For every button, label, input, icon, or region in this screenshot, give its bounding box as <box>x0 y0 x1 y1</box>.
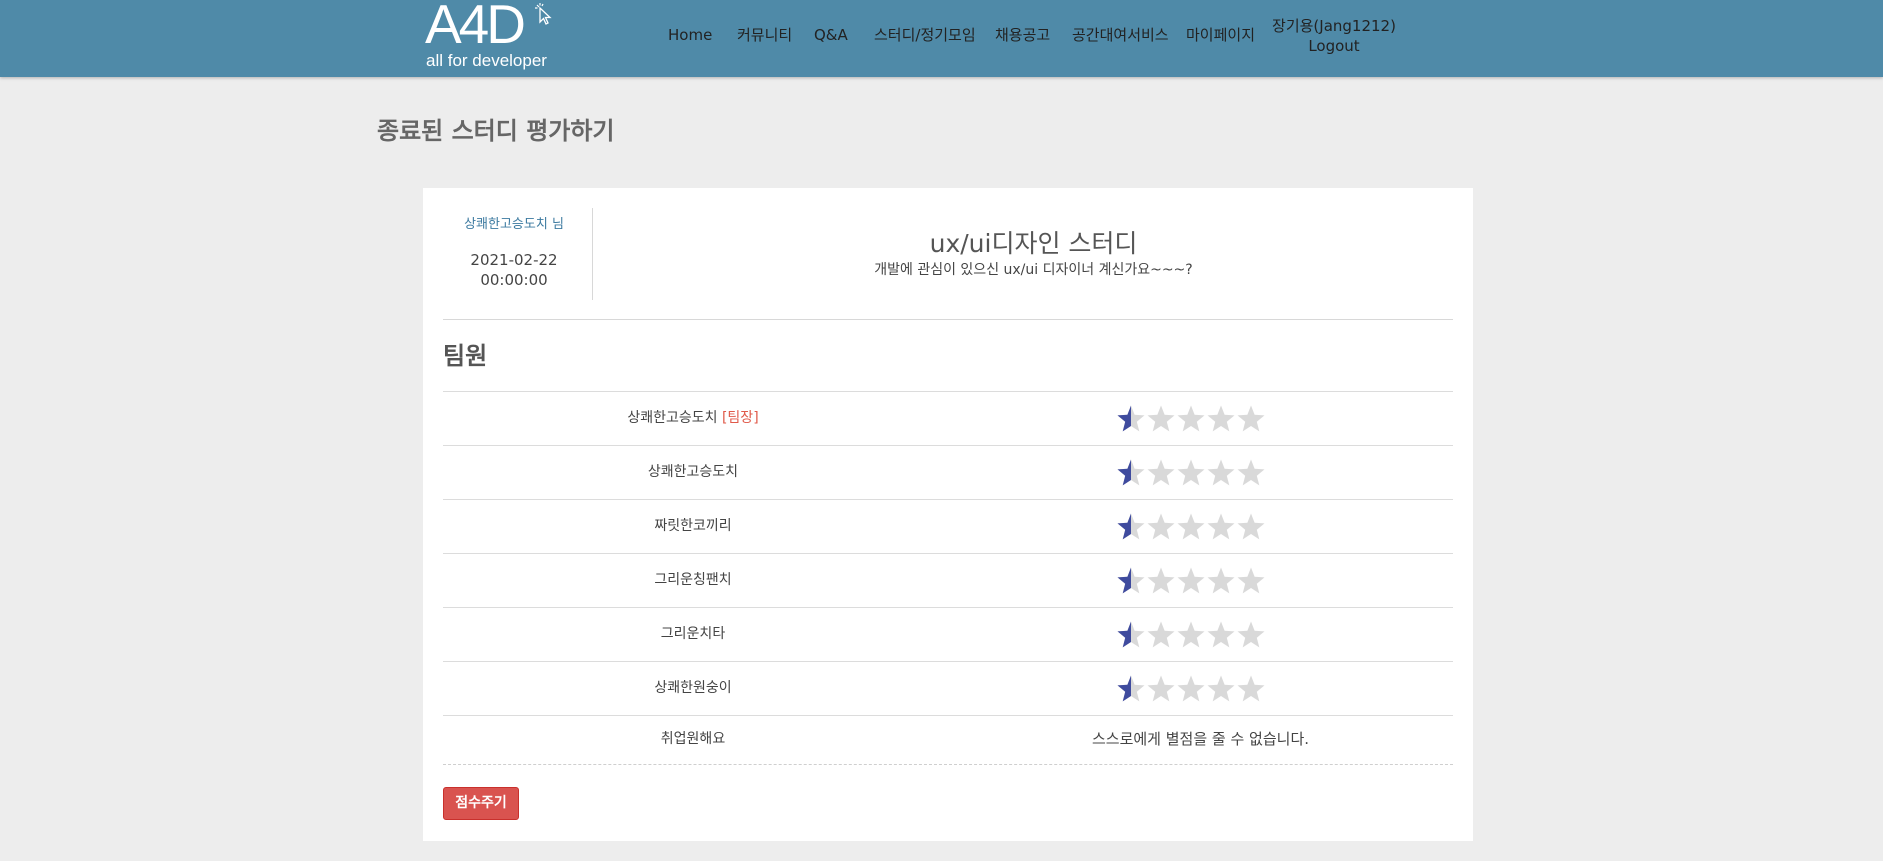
leader-badge: [팀장] <box>721 410 759 426</box>
divider <box>592 208 593 300</box>
star-icon[interactable] <box>1116 512 1146 542</box>
star-icon[interactable] <box>1116 404 1146 434</box>
star-icon[interactable] <box>1146 620 1176 650</box>
star-icon[interactable] <box>1236 512 1266 542</box>
nav-mypage[interactable]: 마이페이지 <box>1186 26 1255 44</box>
study-date: 2021-02-22 00:00:00 <box>443 250 585 290</box>
member-name-cell: 상쾌한고승도치 <box>443 446 943 499</box>
member-row: 상쾌한고승도치 <box>443 445 1453 499</box>
star-icon[interactable] <box>1176 458 1206 488</box>
star-icon[interactable] <box>1206 512 1236 542</box>
star-rating[interactable] <box>1116 404 1266 434</box>
member-name: 상쾌한고승도치 <box>627 410 718 426</box>
member-name-cell: 짜릿한코끼리 <box>443 500 943 553</box>
star-icon[interactable] <box>1236 566 1266 596</box>
user-name[interactable]: 장기용(Jang1212) <box>1270 16 1398 36</box>
star-rating[interactable] <box>1116 458 1266 488</box>
star-icon[interactable] <box>1236 458 1266 488</box>
star-icon[interactable] <box>1236 674 1266 704</box>
star-icon[interactable] <box>1116 458 1146 488</box>
members-list: 상쾌한고승도치 [팀장] 상쾌한고승도치 짜릿한코끼리 그리운칭팬치 그리운치타… <box>443 391 1453 765</box>
nav-qna[interactable]: Q&A <box>814 26 848 44</box>
member-name: 그리운칭팬치 <box>654 572 732 588</box>
study-date-time: 00:00:00 <box>480 271 548 289</box>
star-icon[interactable] <box>1146 566 1176 596</box>
logout-link[interactable]: Logout <box>1270 36 1398 56</box>
member-name-cell: 그리운치타 <box>443 608 943 661</box>
author-name[interactable]: 상쾌한고승도치 님 <box>443 213 585 232</box>
evaluation-card: 상쾌한고승도치 님 2021-02-22 00:00:00 ux/ui디자인 스… <box>423 188 1473 841</box>
nav-jobs[interactable]: 채용공고 <box>995 26 1050 44</box>
user-box: 장기용(Jang1212) Logout <box>1270 16 1398 56</box>
member-name: 짜릿한코끼리 <box>654 518 732 534</box>
divider <box>443 319 1453 320</box>
page-title: 종료된 스터디 평가하기 <box>377 117 615 145</box>
members-section-title: 팀원 <box>443 342 488 370</box>
star-icon[interactable] <box>1236 620 1266 650</box>
star-rating[interactable] <box>1116 512 1266 542</box>
member-row: 짜릿한코끼리 <box>443 499 1453 553</box>
study-date-day: 2021-02-22 <box>470 251 558 269</box>
member-name: 상쾌한고승도치 <box>647 464 739 480</box>
study-description: 개발에 관심이 있으신 ux/ui 디자이너 계신가요~~~? <box>874 262 1193 278</box>
nav-community[interactable]: 커뮤니티 <box>737 26 792 44</box>
star-icon[interactable] <box>1146 512 1176 542</box>
star-icon[interactable] <box>1116 674 1146 704</box>
member-row: 상쾌한원숭이 <box>443 661 1453 715</box>
star-icon[interactable] <box>1146 674 1176 704</box>
star-icon[interactable] <box>1206 620 1236 650</box>
star-icon[interactable] <box>1146 404 1176 434</box>
star-icon[interactable] <box>1116 566 1146 596</box>
member-row-self: 취업원해요 스스로에게 별점을 줄 수 없습니다. <box>443 715 1453 765</box>
star-icon[interactable] <box>1236 404 1266 434</box>
star-rating[interactable] <box>1116 566 1266 596</box>
member-name: 그리운치타 <box>660 626 726 642</box>
star-icon[interactable] <box>1176 566 1206 596</box>
study-title: ux/ui디자인 스터디 <box>929 229 1138 258</box>
star-rating[interactable] <box>1116 674 1266 704</box>
star-icon[interactable] <box>1206 404 1236 434</box>
member-row: 상쾌한고승도치 [팀장] <box>443 391 1453 445</box>
star-icon[interactable] <box>1206 566 1236 596</box>
star-icon[interactable] <box>1176 674 1206 704</box>
member-name-cell: 그리운칭팬치 <box>443 554 943 607</box>
star-icon[interactable] <box>1146 458 1176 488</box>
member-name: 상쾌한원숭이 <box>654 680 732 696</box>
site-logo[interactable]: A4D all for developer <box>425 0 565 75</box>
self-rating-notice: 스스로에게 별점을 줄 수 없습니다. <box>1091 730 1310 748</box>
nav-study[interactable]: 스터디/정기모임 <box>874 26 976 44</box>
site-header: A4D all for developer Home 커뮤니티 Q&A 스터디/… <box>0 0 1883 77</box>
logo-text: A4D <box>425 0 526 55</box>
submit-score-button[interactable]: 점수주기 <box>443 787 519 820</box>
star-icon[interactable] <box>1176 620 1206 650</box>
nav-space-rental[interactable]: 공간대여서비스 <box>1072 26 1169 44</box>
star-icon[interactable] <box>1116 620 1146 650</box>
star-icon[interactable] <box>1176 512 1206 542</box>
cursor-icon <box>535 3 552 25</box>
logo-tagline: all for developer <box>426 51 547 70</box>
member-name-cell: 취업원해요 <box>443 716 943 764</box>
star-icon[interactable] <box>1206 458 1236 488</box>
member-name: 취업원해요 <box>660 731 726 747</box>
star-icon[interactable] <box>1206 674 1236 704</box>
member-name-cell: 상쾌한고승도치 [팀장] <box>443 392 943 445</box>
star-rating[interactable] <box>1116 620 1266 650</box>
member-name-cell: 상쾌한원숭이 <box>443 662 943 715</box>
member-row: 그리운치타 <box>443 607 1453 661</box>
member-row: 그리운칭팬치 <box>443 553 1453 607</box>
study-author-info: 상쾌한고승도치 님 2021-02-22 00:00:00 <box>443 213 585 290</box>
nav-home[interactable]: Home <box>668 26 712 44</box>
star-icon[interactable] <box>1176 404 1206 434</box>
